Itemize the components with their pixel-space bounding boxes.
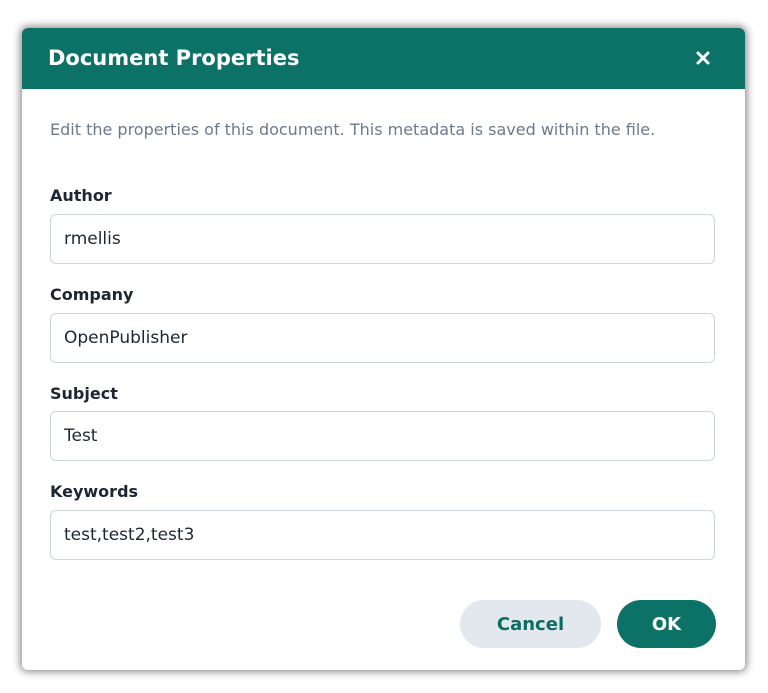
keywords-field[interactable] bbox=[50, 510, 715, 560]
ok-button[interactable]: OK bbox=[617, 600, 716, 648]
company-field[interactable] bbox=[50, 313, 715, 363]
author-label: Author bbox=[50, 186, 112, 205]
close-button[interactable] bbox=[690, 45, 716, 71]
document-properties-dialog: Document Properties Edit the properties … bbox=[22, 28, 745, 670]
subject-field[interactable] bbox=[50, 411, 715, 461]
author-field[interactable] bbox=[50, 214, 715, 264]
dialog-header: Document Properties bbox=[22, 28, 745, 89]
dialog-title: Document Properties bbox=[48, 46, 300, 70]
company-label: Company bbox=[50, 285, 134, 304]
subject-label: Subject bbox=[50, 384, 118, 403]
cancel-button[interactable]: Cancel bbox=[460, 600, 601, 648]
keywords-label: Keywords bbox=[50, 482, 139, 501]
close-icon bbox=[696, 51, 710, 65]
dialog-description: Edit the properties of this document. Th… bbox=[50, 120, 656, 139]
